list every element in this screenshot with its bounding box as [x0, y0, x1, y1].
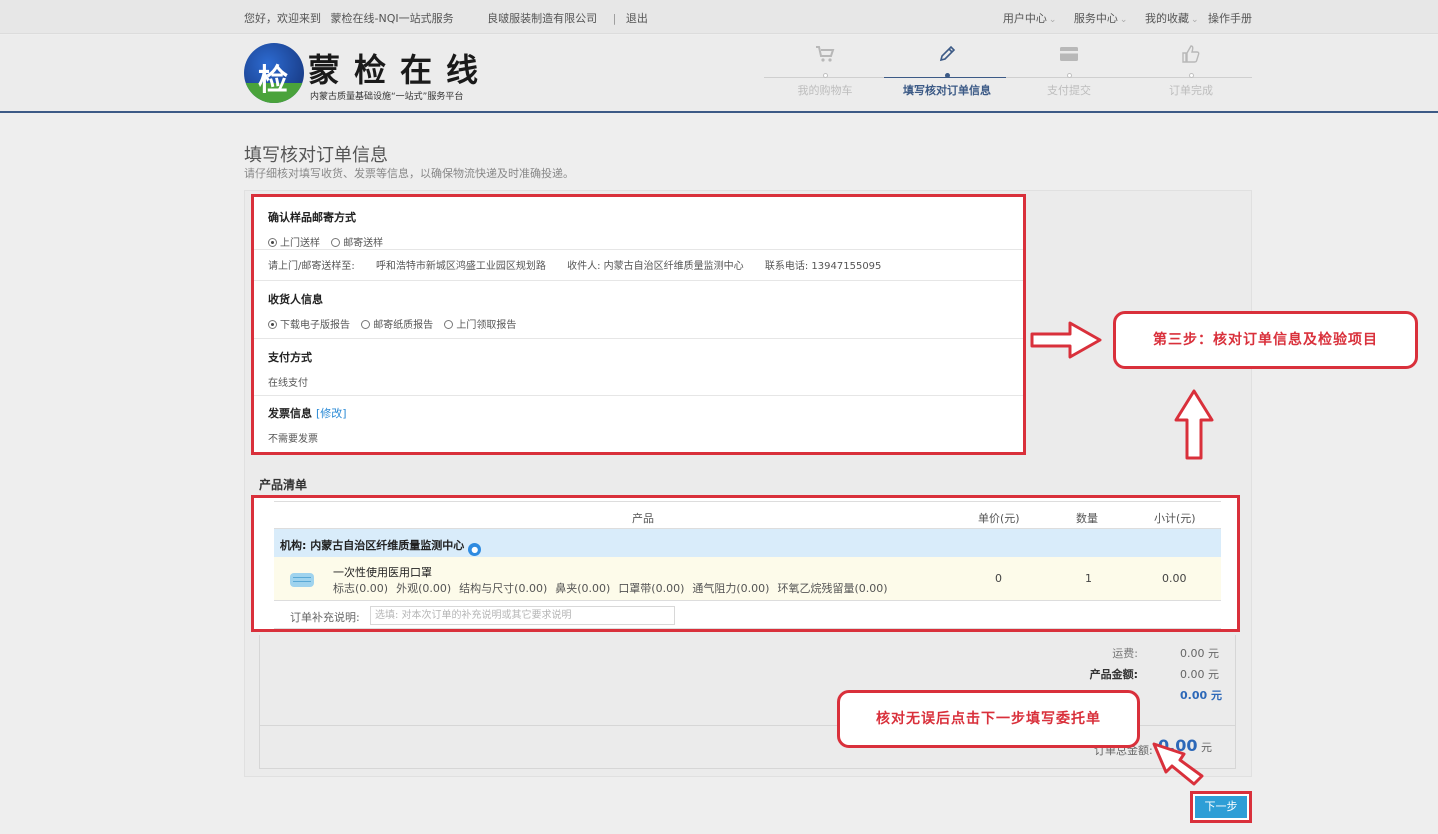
menu-user-center[interactable]: 用户中心 ⌄: [1003, 12, 1057, 25]
payable-value: 0.00 元: [1180, 689, 1222, 702]
col-quantity: 数量: [1076, 512, 1098, 525]
arrow-up-left-icon: [1152, 742, 1204, 786]
order-info-card: 确认样品邮寄方式 上门送样 邮寄送样 请上门/邮寄送样至: 呼和浩特市新城区鸿盛…: [251, 194, 1026, 455]
table-header: 产品 单价(元) 数量 小计(元): [274, 501, 1221, 529]
sample-shipping-section: 确认样品邮寄方式 上门送样 邮寄送样: [268, 209, 1013, 249]
cart-icon: [764, 45, 886, 67]
pencil-icon: [886, 45, 1008, 67]
radio-checked-icon: [268, 320, 277, 329]
col-subtotal: 小计(元): [1154, 512, 1196, 525]
product-attributes: 标志(0.00) 外观(0.00) 结构与尺寸(0.00) 鼻夹(0.00) 口罩带(0…: [333, 582, 888, 595]
product-list-card: 产品 单价(元) 数量 小计(元) 机构: 内蒙古自治区纤维质量监测中心 ● 一次…: [251, 495, 1240, 632]
payment-section: 支付方式 在线支付: [268, 349, 1013, 389]
address-value: 呼和浩特市新城区鸿盛工业园区规划路: [375, 261, 546, 272]
chat-icon[interactable]: ●: [468, 543, 482, 556]
callout-next-hint: 核对无误后点击下一步填写委托单: [837, 690, 1140, 748]
top-bar-menu: 用户中心 ⌄ 服务中心 ⌄ 我的收藏 ⌄ 操作手册: [989, 10, 1252, 26]
order-note-input[interactable]: [370, 606, 675, 625]
menu-manual[interactable]: 操作手册: [1208, 12, 1252, 25]
product-amount-label: 产品金额:: [1089, 668, 1138, 681]
shipping-value: 0.00 元: [1180, 647, 1219, 660]
progress-steps: 我的购物车 填写核对订单信息 支付提交 订单完成: [764, 45, 1254, 109]
radio-unchecked-icon: [361, 320, 371, 329]
menu-favorites[interactable]: 我的收藏 ⌄: [1145, 12, 1199, 25]
product-table: 产品 单价(元) 数量 小计(元) 机构: 内蒙古自治区纤维质量监测中心 ● 一次…: [274, 501, 1221, 629]
col-product: 产品: [632, 512, 654, 525]
top-bar: 您好，欢迎来到 蒙检在线-NQI一站式服务 良啵服装制造有限公司 | 退出 用户…: [0, 0, 1438, 34]
phone-value: 联系电话: 13947155095: [764, 261, 882, 272]
arrow-up-icon: [1174, 389, 1214, 460]
order-note-row: 订单补充说明:: [274, 601, 1221, 629]
logout-link[interactable]: 退出: [626, 12, 648, 25]
radio-unchecked-icon: [444, 320, 454, 329]
step-cart: 我的购物车: [764, 45, 886, 98]
org-name: 机构: 内蒙古自治区纤维质量监测中心: [280, 539, 465, 552]
address-label: 请上门/邮寄送样至:: [268, 261, 355, 272]
header: 检 蒙检在线 内蒙古质量基础设施“一站式”服务平台 我的购物车 填写核对订单信息: [0, 35, 1438, 113]
thumbs-up-icon: [1130, 45, 1252, 67]
step-fill-order: 填写核对订单信息: [886, 45, 1008, 98]
chevron-down-icon: ⌄: [1048, 15, 1057, 25]
radio-unchecked-icon: [331, 238, 341, 247]
chevron-down-icon: ⌄: [1119, 15, 1128, 25]
section-title: 收货人信息: [268, 293, 323, 306]
callout-step3: 第三步：核对订单信息及检验项目: [1113, 311, 1418, 369]
arrow-right-icon: [1030, 321, 1102, 359]
step-complete: 订单完成: [1130, 45, 1252, 98]
site-name: 蒙检在线-NQI一站式服务: [330, 12, 454, 25]
product-amount-value: 0.00 元: [1180, 668, 1219, 681]
logo-title: 蒙检在线: [308, 51, 493, 89]
product-name[interactable]: 一次性使用医用口罩: [333, 564, 432, 580]
radio-mail-delivery[interactable]: 邮寄送样: [331, 238, 383, 249]
invoice-section: 发票信息 [修改] 不需要发票: [268, 405, 1013, 445]
radio-on-site-delivery[interactable]: 上门送样: [268, 238, 320, 249]
site-logo[interactable]: 检 蒙检在线 内蒙古质量基础设施“一站式”服务平台: [244, 43, 504, 105]
chevron-down-icon: ⌄: [1190, 15, 1199, 25]
step-payment: 支付提交: [1008, 45, 1130, 98]
payment-value: 在线支付: [268, 378, 308, 389]
order-note-label: 订单补充说明:: [290, 611, 360, 624]
unit-price: 0: [995, 572, 1002, 585]
next-step-label: 下一步: [1195, 796, 1247, 818]
company-name: 良啵服装制造有限公司: [487, 12, 598, 25]
product-thumbnail[interactable]: [288, 565, 316, 593]
radio-mail-report[interactable]: 邮寄纸质报告: [361, 320, 433, 331]
page-title: 填写核对订单信息: [244, 145, 388, 166]
section-title: 确认样品邮寄方式: [268, 211, 356, 224]
radio-download-report[interactable]: 下载电子版报告: [268, 320, 350, 331]
radio-checked-icon: [268, 238, 277, 247]
card-icon: [1008, 45, 1130, 67]
shipping-label: 运费:: [1112, 647, 1138, 660]
logo-badge: 检: [244, 43, 304, 103]
top-bar-left: 您好，欢迎来到 蒙检在线-NQI一站式服务 良啵服装制造有限公司 | 退出: [244, 10, 654, 26]
logo-subtitle: 内蒙古质量基础设施“一站式”服务平台: [310, 92, 464, 102]
subtotal: 0.00: [1162, 572, 1187, 585]
separator: |: [612, 12, 617, 25]
next-step-button[interactable]: 下一步: [1190, 791, 1252, 823]
org-row: 机构: 内蒙古自治区纤维质量监测中心 ●: [274, 529, 1221, 557]
sample-address: 请上门/邮寄送样至: 呼和浩特市新城区鸿盛工业园区规划路 收件人: 内蒙古自治区…: [268, 257, 1013, 272]
page-subtitle: 请仔细核对填写收货、发票等信息，以确保物流快递及时准确投递。: [244, 167, 574, 180]
section-title: 发票信息: [268, 407, 312, 420]
invoice-edit-link[interactable]: [修改]: [316, 407, 347, 420]
quantity: 1: [1085, 572, 1092, 585]
receiver-section: 收货人信息 下载电子版报告 邮寄纸质报告 上门领取报告: [268, 291, 1013, 331]
menu-service-center[interactable]: 服务中心 ⌄: [1074, 12, 1128, 25]
section-title: 支付方式: [268, 351, 312, 364]
radio-pickup-report[interactable]: 上门领取报告: [444, 320, 516, 331]
invoice-value: 不需要发票: [268, 434, 318, 445]
product-list-title: 产品清单: [259, 478, 308, 492]
greeting-text: 您好，欢迎来到: [244, 12, 321, 25]
col-unit-price: 单价(元): [978, 512, 1020, 525]
receiver-value: 收件人: 内蒙古自治区纤维质量监测中心: [567, 261, 744, 272]
table-row: 一次性使用医用口罩 标志(0.00) 外观(0.00) 结构与尺寸(0.00) 鼻夹(…: [274, 557, 1221, 601]
